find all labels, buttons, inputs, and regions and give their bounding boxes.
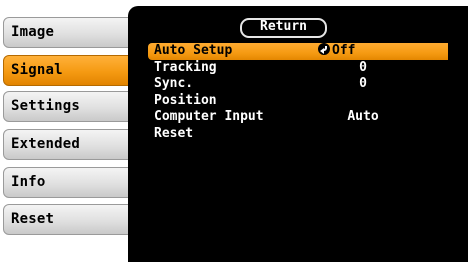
tab-extended-label: Extended: [11, 136, 81, 152]
menu-sidebar: Image Signal Settings Extended Info Rese…: [0, 0, 140, 264]
row-sync-label: Sync.: [154, 76, 194, 91]
tab-info-label: Info: [11, 174, 46, 190]
row-sync[interactable]: Sync. 0: [148, 76, 448, 93]
tab-image-label: Image: [11, 24, 55, 40]
return-button-label: Return: [260, 19, 307, 34]
tab-info[interactable]: Info: [3, 167, 136, 198]
row-computer-input[interactable]: Computer Input Auto: [148, 109, 448, 126]
tab-image[interactable]: Image: [3, 17, 136, 48]
row-auto-setup-label: Auto Setup: [154, 43, 233, 58]
tab-signal-label: Signal: [11, 62, 63, 78]
row-tracking[interactable]: Tracking 0: [148, 60, 448, 77]
row-tracking-label: Tracking: [154, 59, 217, 75]
row-computer-input-label: Computer Input: [154, 109, 264, 124]
tab-reset[interactable]: Reset: [3, 204, 136, 235]
row-computer-input-value: Auto: [347, 109, 379, 124]
row-position[interactable]: Position: [148, 93, 448, 110]
row-reset-label: Reset: [154, 125, 194, 141]
row-auto-setup[interactable]: Auto Setup Off: [148, 43, 448, 60]
tab-signal[interactable]: Signal: [3, 55, 137, 86]
row-auto-setup-value-wrap: Off: [318, 43, 408, 59]
tab-extended[interactable]: Extended: [3, 129, 136, 160]
tab-reset-label: Reset: [11, 211, 55, 227]
row-auto-setup-value: Off: [332, 43, 356, 58]
row-sync-value: 0: [359, 76, 367, 91]
return-button[interactable]: Return: [240, 18, 327, 38]
tab-settings[interactable]: Settings: [3, 91, 136, 122]
tab-settings-label: Settings: [11, 98, 81, 114]
signal-settings-list: Auto Setup Off Tracking 0 Sync. 0 Positi…: [148, 43, 448, 142]
row-reset[interactable]: Reset: [148, 126, 448, 143]
enter-icon: [318, 43, 330, 55]
row-position-label: Position: [154, 92, 217, 108]
row-tracking-value: 0: [359, 59, 367, 75]
